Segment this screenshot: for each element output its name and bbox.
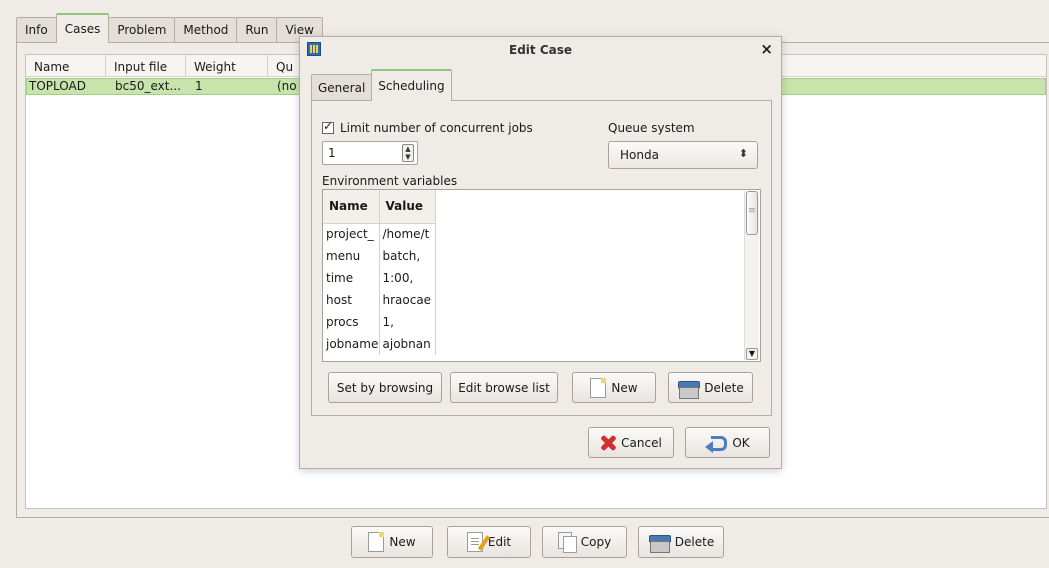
scroll-down-icon[interactable]: ▼	[746, 348, 758, 360]
edit-case-label: Edit	[487, 535, 512, 549]
copy-case-button[interactable]: Copy	[542, 526, 627, 558]
env-name[interactable]: jobname	[323, 333, 380, 355]
copy-icon	[557, 532, 577, 553]
env-value[interactable]: /home/t	[379, 223, 436, 245]
tab-scheduling[interactable]: Scheduling	[371, 69, 452, 101]
ok-label: OK	[732, 435, 750, 450]
cell-input-file: bc50_ext...	[115, 79, 181, 93]
column-name[interactable]: Name	[26, 55, 106, 76]
table-row[interactable]: host hraocae	[323, 289, 436, 311]
env-column-name[interactable]: Name	[323, 190, 380, 224]
env-table: Name Value project_ /home/t menu batch, …	[323, 190, 436, 355]
queue-system-value: Honda	[620, 148, 659, 162]
dialog-title: Edit Case	[509, 43, 572, 57]
cell-weight: 1	[195, 79, 203, 93]
column-input-file[interactable]: Input file	[106, 55, 186, 76]
env-value[interactable]: ajobnan	[379, 333, 436, 355]
dialog-titlebar[interactable]: Edit Case ×	[300, 37, 781, 63]
env-value[interactable]: batch,	[379, 245, 436, 267]
env-value[interactable]: 1:00,	[379, 267, 436, 289]
tab-cases[interactable]: Cases	[55, 13, 110, 43]
cancel-button[interactable]: Cancel	[588, 427, 674, 458]
edit-case-dialog: Edit Case × General Scheduling Limit num…	[299, 36, 782, 469]
env-value[interactable]: 1,	[379, 311, 436, 333]
cancel-x-icon	[600, 435, 616, 451]
delete-case-label: Delete	[674, 535, 715, 549]
spinner-arrows-icon[interactable]: ▲ ▼	[402, 144, 414, 162]
env-name[interactable]: procs	[323, 311, 380, 333]
table-row[interactable]: time 1:00,	[323, 267, 436, 289]
env-scrollbar[interactable]: ▼	[744, 191, 759, 360]
close-icon[interactable]: ×	[760, 40, 773, 58]
scrollbar-thumb[interactable]	[746, 191, 758, 235]
env-column-value[interactable]: Value	[379, 190, 436, 224]
new-document-icon	[368, 532, 385, 552]
delete-trash-icon	[648, 532, 671, 553]
limit-jobs-row[interactable]: Limit number of concurrent jobs	[322, 119, 533, 135]
edit-pencil-icon	[466, 532, 483, 552]
edit-case-button[interactable]: Edit	[447, 526, 531, 558]
env-name[interactable]: project_	[323, 223, 380, 245]
table-row[interactable]: procs 1,	[323, 311, 436, 333]
limit-jobs-label: Limit number of concurrent jobs	[340, 121, 533, 135]
set-by-browsing-button[interactable]: Set by browsing	[328, 372, 442, 403]
table-row[interactable]: jobname ajobnan	[323, 333, 436, 355]
tab-method[interactable]: Method	[174, 17, 238, 43]
new-document-icon	[590, 377, 607, 398]
dialog-tabbar: General Scheduling	[311, 69, 452, 101]
env-new-button[interactable]: New	[572, 372, 656, 403]
tab-problem[interactable]: Problem	[108, 17, 176, 43]
env-name[interactable]: host	[323, 289, 380, 311]
tab-general[interactable]: General	[311, 74, 373, 101]
copy-case-label: Copy	[580, 535, 612, 549]
queue-system-label: Queue system	[608, 121, 695, 135]
ok-button[interactable]: OK	[685, 427, 770, 458]
table-row[interactable]: project_ /home/t	[323, 223, 436, 245]
cell-name: TOPLOAD	[29, 79, 86, 93]
concurrent-jobs-value: 1	[328, 146, 336, 160]
table-row[interactable]: menu batch,	[323, 245, 436, 267]
env-new-label: New	[611, 380, 638, 395]
env-delete-label: Delete	[704, 380, 744, 395]
scheduling-panel: Limit number of concurrent jobs 1 ▲▼ Que…	[311, 100, 772, 416]
updown-arrow-icon: ⬍	[738, 147, 748, 160]
env-delete-button[interactable]: Delete	[668, 372, 753, 403]
new-case-label: New	[389, 535, 416, 549]
column-weight[interactable]: Weight	[186, 55, 268, 76]
tab-run[interactable]: Run	[236, 17, 278, 43]
env-value[interactable]: hraocae	[379, 289, 436, 311]
env-name[interactable]: menu	[323, 245, 380, 267]
limit-jobs-checkbox[interactable]	[322, 119, 334, 134]
edit-browse-list-button[interactable]: Edit browse list	[450, 372, 558, 403]
tab-info[interactable]: Info	[16, 17, 57, 43]
env-name[interactable]: time	[323, 267, 380, 289]
new-case-button[interactable]: New	[351, 526, 433, 558]
env-variables-label: Environment variables	[322, 174, 458, 188]
main-tabbar: Info Cases Problem Method Run View	[16, 13, 323, 43]
queue-system-select[interactable]: Honda ⬍	[608, 141, 758, 169]
env-table-header: Name Value	[323, 190, 436, 224]
concurrent-jobs-spinner[interactable]: 1 ▲ ▼	[322, 141, 418, 165]
cancel-label: Cancel	[621, 435, 662, 450]
delete-trash-icon	[677, 378, 701, 399]
ok-return-icon	[705, 435, 728, 453]
delete-case-button[interactable]: Delete	[638, 526, 724, 558]
env-variables-table: Name Value project_ /home/t menu batch, …	[322, 189, 761, 362]
